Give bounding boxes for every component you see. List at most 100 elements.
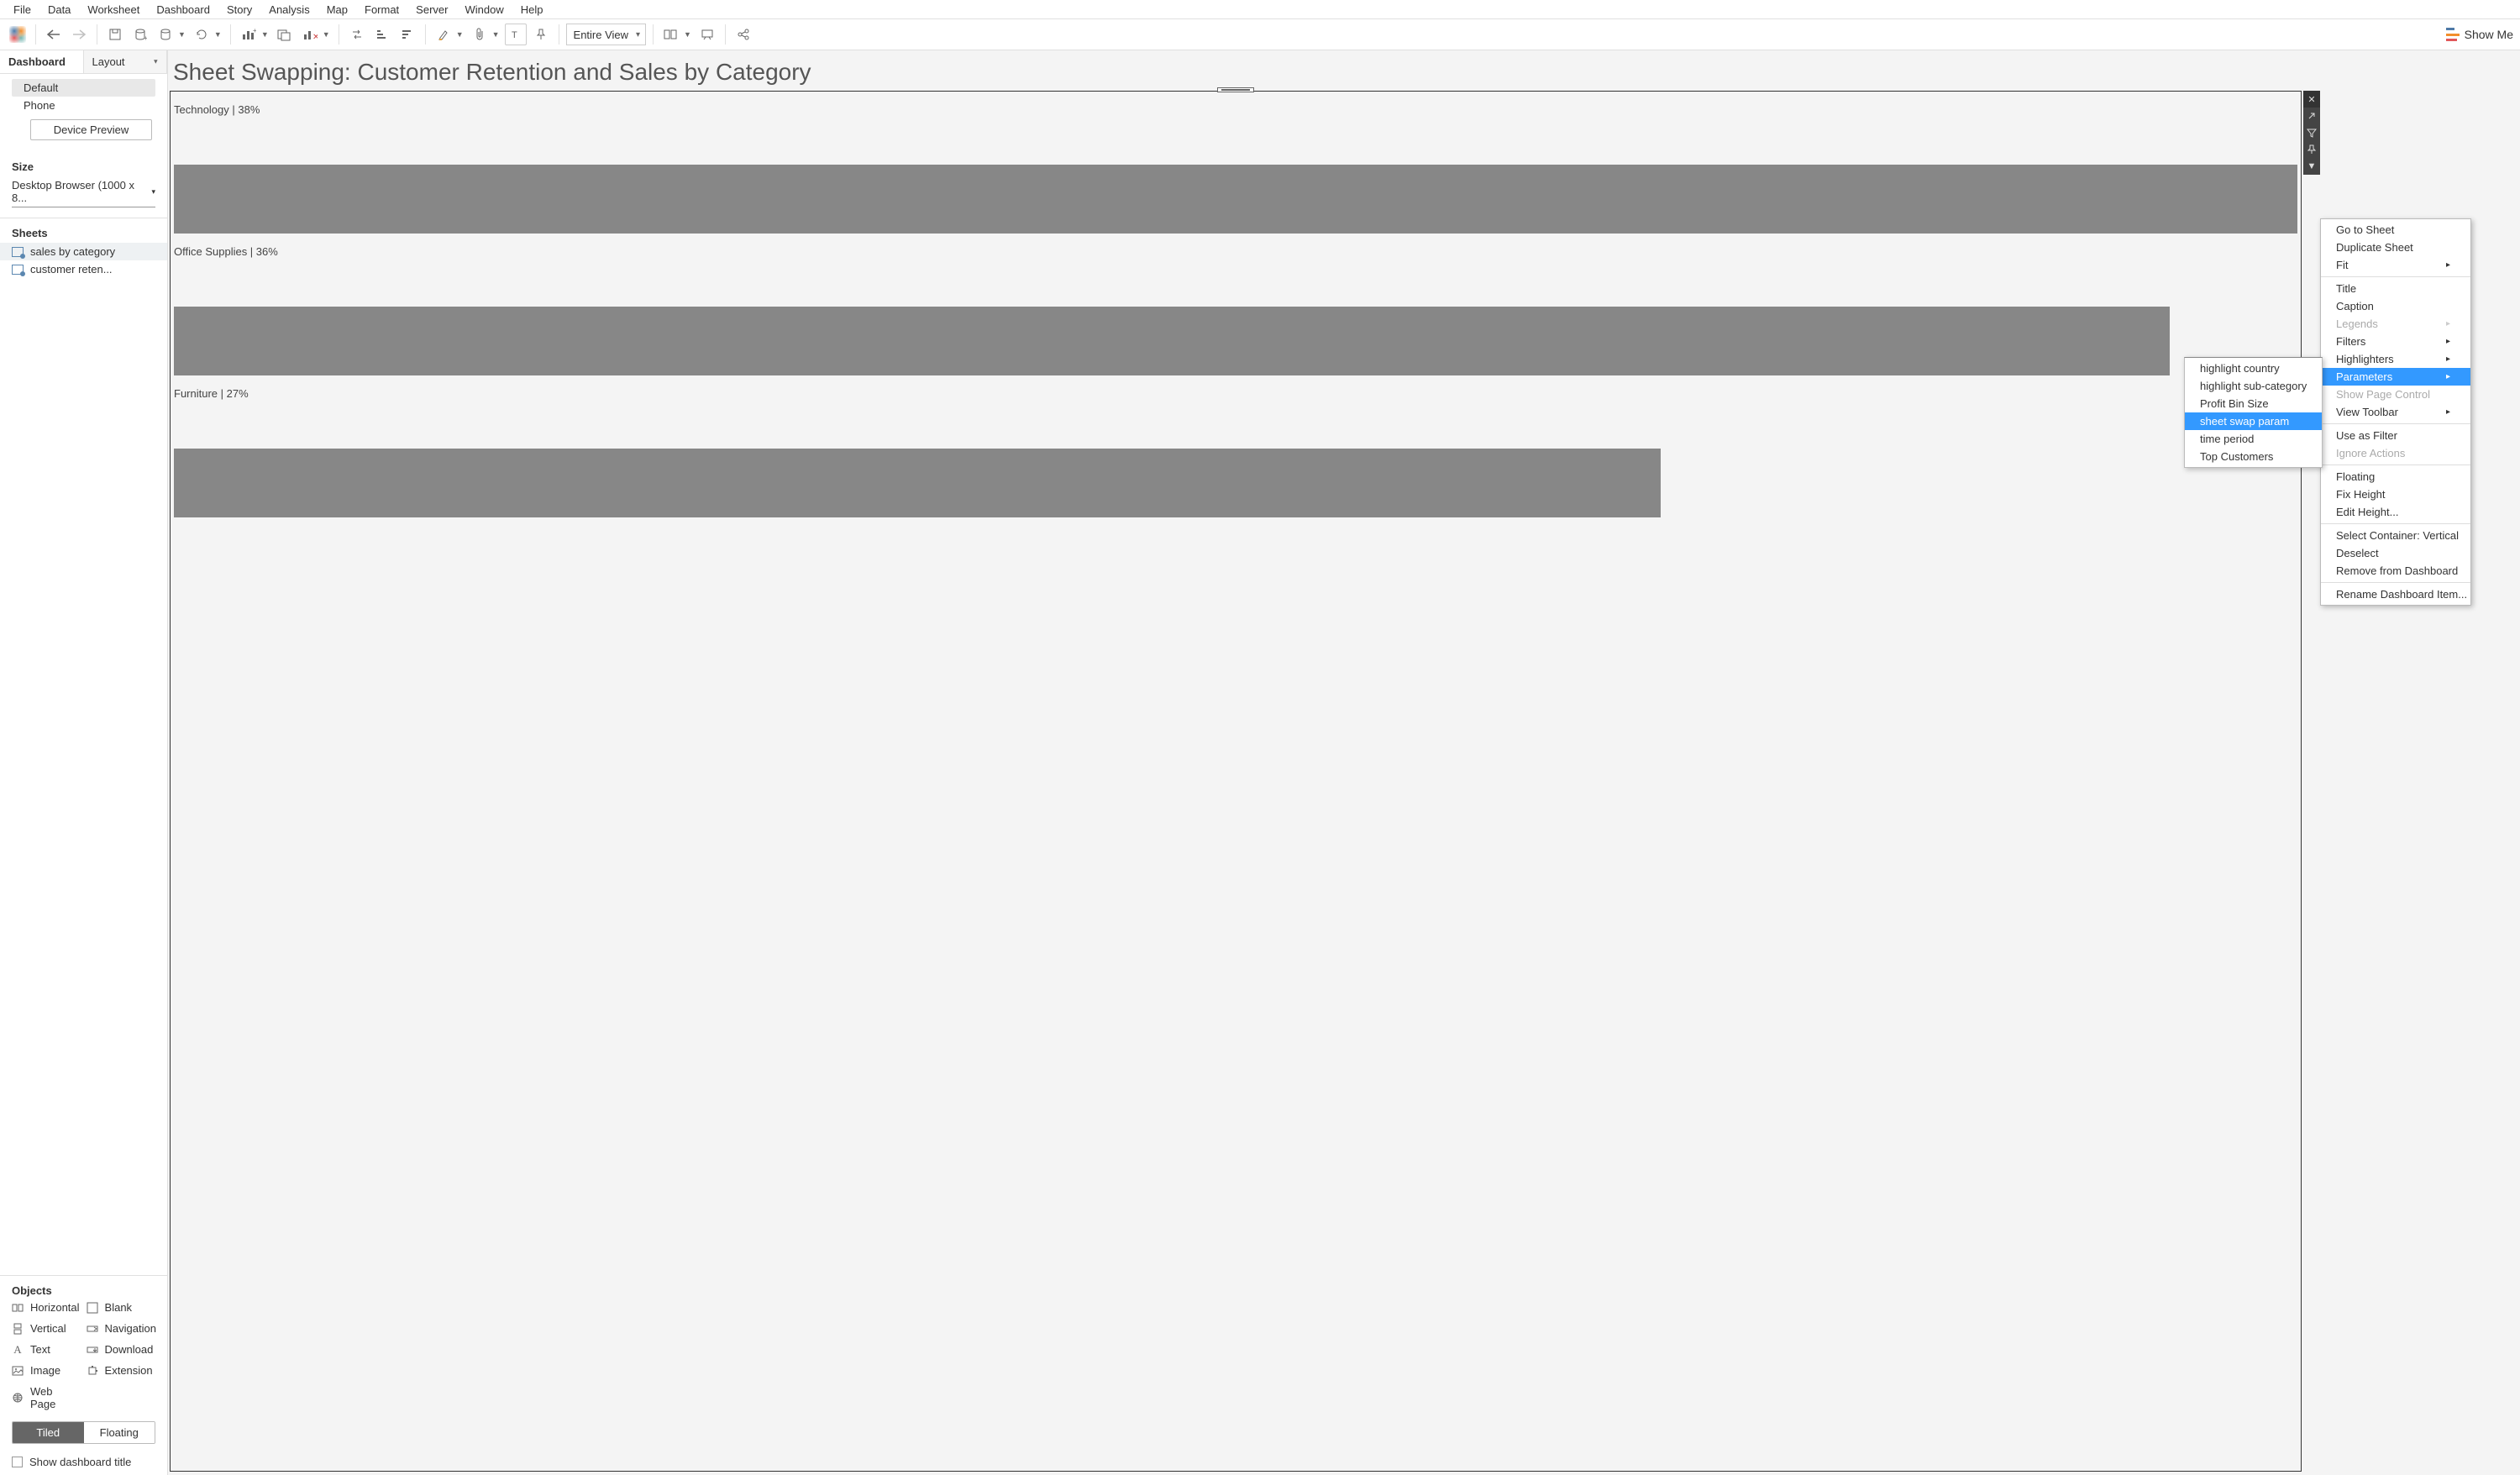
tableau-logo[interactable] [7, 24, 29, 45]
menu-map[interactable]: Map [318, 2, 356, 18]
menu-story[interactable]: Story [218, 2, 260, 18]
pause-updates-icon[interactable] [155, 24, 176, 45]
clear-sheet-icon[interactable]: ✕ [299, 24, 321, 45]
menu-item-go-to-sheet[interactable]: Go to Sheet [2321, 221, 2470, 239]
menu-item-highlighters[interactable]: Highlighters [2321, 350, 2470, 368]
new-datasource-icon[interactable]: + [129, 24, 151, 45]
menu-file[interactable]: File [5, 2, 39, 18]
menu-item-rename-dashboard-item-[interactable]: Rename Dashboard Item... [2321, 585, 2470, 603]
labels-icon[interactable]: T [505, 24, 527, 45]
submenu-item-sheet-swap-param[interactable]: sheet swap param [2185, 412, 2322, 430]
object-extension[interactable]: Extension [83, 1362, 160, 1379]
chevron-down-icon[interactable]: ▼ [214, 30, 223, 39]
object-blank[interactable]: Blank [83, 1299, 160, 1316]
device-default[interactable]: Default [12, 79, 155, 97]
menu-item-duplicate-sheet[interactable]: Duplicate Sheet [2321, 239, 2470, 256]
menu-item-floating[interactable]: Floating [2321, 468, 2470, 486]
new-worksheet-icon[interactable]: + [238, 24, 260, 45]
duplicate-sheet-icon[interactable] [274, 24, 296, 45]
redo-icon[interactable] [68, 24, 90, 45]
bar[interactable] [174, 449, 1661, 517]
menu-window[interactable]: Window [456, 2, 512, 18]
menu-data[interactable]: Data [39, 2, 79, 18]
menu-item-fix-height[interactable]: Fix Height [2321, 486, 2470, 503]
menu-item-remove-from-dashboard[interactable]: Remove from Dashboard [2321, 562, 2470, 580]
submenu-item-profit-bin-size[interactable]: Profit Bin Size [2185, 395, 2322, 412]
tab-dashboard[interactable]: Dashboard [0, 50, 84, 73]
menu-help[interactable]: Help [512, 2, 552, 18]
menu-item-caption[interactable]: Caption [2321, 297, 2470, 315]
sheet-item[interactable]: customer reten... [0, 260, 167, 278]
menu-item-deselect[interactable]: Deselect [2321, 544, 2470, 562]
object-text[interactable]: AText [8, 1341, 83, 1358]
undo-icon[interactable] [43, 24, 65, 45]
device-phone[interactable]: Phone [0, 97, 167, 114]
more-options-icon[interactable]: ▼ [2303, 158, 2320, 175]
menu-item-select-container-vertical[interactable]: Select Container: Vertical [2321, 527, 2470, 544]
chevron-down-icon[interactable]: ▼ [492, 30, 501, 39]
menu-worksheet[interactable]: Worksheet [79, 2, 148, 18]
bar[interactable] [174, 307, 2170, 375]
menu-item-parameters[interactable]: Parameters [2321, 368, 2470, 386]
remove-icon[interactable]: ✕ [2303, 91, 2320, 108]
menu-item-edit-height-[interactable]: Edit Height... [2321, 503, 2470, 521]
menu-item-use-as-filter[interactable]: Use as Filter [2321, 427, 2470, 444]
filter-icon[interactable] [2303, 124, 2320, 141]
highlight-icon[interactable] [433, 24, 454, 45]
submenu-item-time-period[interactable]: time period [2185, 430, 2322, 448]
fit-select[interactable]: Entire View [566, 24, 647, 45]
floating-button[interactable]: Floating [84, 1422, 155, 1443]
menu-format[interactable]: Format [356, 2, 407, 18]
chevron-down-icon[interactable]: ▼ [261, 30, 270, 39]
show-me-button[interactable]: Show Me [2446, 28, 2513, 41]
object-vertical[interactable]: Vertical [8, 1320, 83, 1337]
menu-analysis[interactable]: Analysis [260, 2, 318, 18]
separator [425, 24, 426, 45]
sheet-item[interactable]: sales by category [0, 243, 167, 260]
submenu-item-highlight-country[interactable]: highlight country [2185, 360, 2322, 377]
show-cards-icon[interactable] [660, 24, 682, 45]
presentation-icon[interactable] [696, 24, 718, 45]
separator [653, 24, 654, 45]
submenu-item-highlight-sub-category[interactable]: highlight sub-category [2185, 377, 2322, 395]
refresh-icon[interactable] [191, 24, 213, 45]
object-horizontal[interactable]: Horizontal [8, 1299, 83, 1316]
device-preview-button[interactable]: Device Preview [30, 119, 152, 140]
show-dashboard-title-checkbox[interactable]: Show dashboard title [0, 1449, 167, 1475]
menu-item-title[interactable]: Title [2321, 280, 2470, 297]
resize-handle[interactable] [1217, 87, 1254, 92]
share-icon[interactable] [732, 24, 754, 45]
menu-item-fit[interactable]: Fit [2321, 256, 2470, 274]
menu-dashboard[interactable]: Dashboard [148, 2, 218, 18]
object-web-page[interactable]: Web Page [8, 1383, 83, 1413]
chevron-down-icon[interactable]: ▼ [178, 30, 187, 39]
sort-asc-icon[interactable] [371, 24, 393, 45]
tiled-button[interactable]: Tiled [13, 1422, 84, 1443]
sheet-toolbar: ✕ ▼ [2303, 91, 2320, 175]
menu-server[interactable]: Server [407, 2, 456, 18]
size-select[interactable]: Desktop Browser (1000 x 8... [12, 176, 155, 207]
object-image[interactable]: Image [8, 1362, 83, 1379]
dashboard-frame[interactable]: Technology | 38%Office Supplies | 36%Fur… [170, 91, 2302, 1472]
menu-item-view-toolbar[interactable]: View Toolbar [2321, 403, 2470, 421]
sort-desc-icon[interactable] [396, 24, 418, 45]
chevron-down-icon[interactable]: ▼ [323, 30, 332, 39]
chevron-down-icon[interactable]: ▼ [456, 30, 465, 39]
dashboard-title[interactable]: Sheet Swapping: Customer Retention and S… [168, 50, 2520, 91]
bar[interactable] [174, 165, 2297, 234]
save-icon[interactable] [104, 24, 126, 45]
toolbar: + ▼ ▼ + ▼ ✕ ▼ ▼ ▼ T Entire View ▼ Show M… [0, 18, 2520, 50]
swap-icon[interactable] [346, 24, 368, 45]
svg-text:+: + [253, 28, 256, 34]
object-download[interactable]: Download [83, 1341, 160, 1358]
menu-item-filters[interactable]: Filters [2321, 333, 2470, 350]
tab-layout[interactable]: Layout [84, 50, 168, 73]
pin-icon[interactable] [530, 24, 552, 45]
object-navigation[interactable]: Navigation [83, 1320, 160, 1337]
attachment-icon[interactable] [469, 24, 491, 45]
pin-icon[interactable] [2303, 141, 2320, 158]
submenu-item-top-customers[interactable]: Top Customers [2185, 448, 2322, 465]
chevron-down-icon[interactable]: ▼ [684, 30, 693, 39]
goto-sheet-icon[interactable] [2303, 108, 2320, 124]
size-label: Size [0, 155, 167, 175]
